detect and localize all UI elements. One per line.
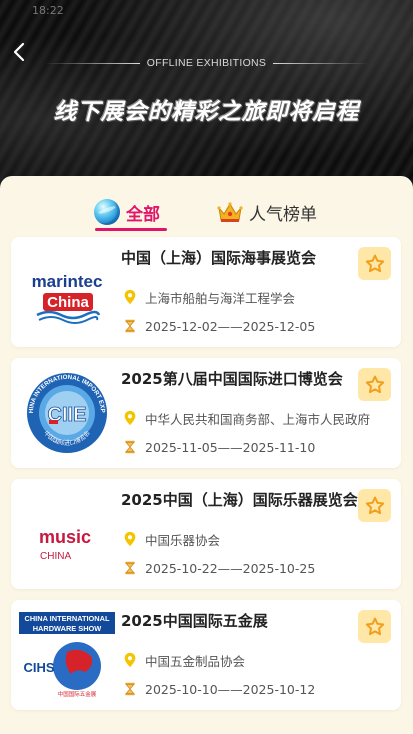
date-range-text: 2025-10-10——2025-10-12 — [145, 681, 316, 697]
header-subtitle-row: OFFLINE EXHIBITIONS — [0, 55, 413, 71]
exhibition-card[interactable]: CHINA INTERNATIONAL IMPORT EXPO 中国国际进口博览… — [11, 358, 401, 468]
organizer-row: 中国五金制品协会 — [121, 651, 245, 669]
header-subtitle: OFFLINE EXHIBITIONS — [146, 57, 267, 69]
exhibition-title: 2025第八届中国国际进口博览会 — [121, 370, 343, 388]
tab-bar: 全部 人气榜单 — [0, 194, 413, 234]
status-bar-time: 18:22 — [32, 4, 64, 17]
divider — [273, 62, 370, 64]
music-china-logo: music CHINA — [19, 491, 115, 577]
exhibition-card[interactable]: marintec China 中国（上海）国际海事展览会 上海市船舶与海洋工程学… — [11, 237, 401, 347]
exhibition-title: 中国（上海）国际海事展览会 — [121, 249, 317, 267]
logo-text: HARDWARE SHOW — [33, 624, 102, 633]
header-banner: 18:22 OFFLINE EXHIBITIONS 线下展会的精彩之旅即将启程 — [0, 0, 413, 200]
tab-all-label: 全部 — [126, 204, 160, 225]
cihs-logo: CHINA INTERNATIONAL HARDWARE SHOW CIHS 中… — [19, 612, 115, 698]
hourglass-icon — [121, 680, 139, 698]
exhibition-card[interactable]: CHINA INTERNATIONAL HARDWARE SHOW CIHS 中… — [11, 600, 401, 710]
star-icon — [365, 375, 384, 393]
logo-text: CHINA — [40, 551, 71, 562]
tab-all[interactable]: 全部 — [94, 194, 160, 230]
marintec-logo: marintec China — [19, 249, 115, 335]
ciie-logo: CHINA INTERNATIONAL IMPORT EXPO 中国国际进口博览… — [19, 370, 115, 456]
date-row: 2025-10-10——2025-10-12 — [121, 680, 315, 698]
organizer-text: 中国五金制品协会 — [145, 653, 246, 669]
hourglass-icon — [121, 559, 139, 577]
star-icon — [365, 617, 384, 635]
date-range-text: 2025-10-22——2025-10-25 — [145, 560, 316, 576]
favorite-button[interactable] — [358, 610, 391, 643]
active-tab-indicator — [95, 228, 167, 231]
favorite-button[interactable] — [358, 247, 391, 280]
logo-text: CHINA INTERNATIONAL — [25, 614, 110, 623]
logo-text: marintec — [32, 272, 103, 291]
divider — [43, 62, 140, 64]
organizer-text: 中国乐器协会 — [145, 532, 221, 548]
location-pin-icon — [121, 288, 139, 306]
date-row: 2025-11-05——2025-11-10 — [121, 438, 315, 456]
star-icon — [365, 254, 384, 272]
logo-text: 中国国际五金展 — [58, 690, 97, 698]
organizer-row: 中国乐器协会 — [121, 530, 220, 548]
date-row: 2025-10-22——2025-10-25 — [121, 559, 315, 577]
location-pin-icon — [121, 530, 139, 548]
tab-popularity-ranking[interactable]: 人气榜单 — [217, 194, 317, 230]
star-icon — [365, 496, 384, 514]
exhibition-title: 2025中国（上海）国际乐器展览会 — [121, 491, 358, 509]
organizer-row: 中华人民共和国商务部、上海市人民政府 — [121, 409, 370, 427]
location-pin-icon — [121, 409, 139, 427]
location-pin-icon — [121, 651, 139, 669]
exhibition-card[interactable]: music CHINA 2025中国（上海）国际乐器展览会 中国乐器协会 202… — [11, 479, 401, 589]
hourglass-icon — [121, 317, 139, 335]
exhibition-panel: 全部 人气榜单 marintec China 中国（上海）国际海事展览会 上海市… — [0, 176, 413, 734]
date-range-text: 2025-12-02——2025-12-05 — [145, 318, 316, 334]
hourglass-icon — [121, 438, 139, 456]
favorite-button[interactable] — [358, 368, 391, 401]
globe-icon — [94, 199, 120, 225]
organizer-text: 中华人民共和国商务部、上海市人民政府 — [145, 411, 371, 427]
organizer-row: 上海市船舶与海洋工程学会 — [121, 288, 295, 306]
crown-icon — [217, 200, 243, 224]
logo-text: music — [39, 527, 91, 547]
logo-text: CIHS — [23, 660, 54, 675]
header-title: 线下展会的精彩之旅即将启程 — [53, 99, 360, 125]
logo-text: China — [47, 294, 89, 311]
date-row: 2025-12-02——2025-12-05 — [121, 317, 315, 335]
tab-ranking-label: 人气榜单 — [249, 204, 317, 225]
date-range-text: 2025-11-05——2025-11-10 — [145, 439, 316, 455]
favorite-button[interactable] — [358, 489, 391, 522]
exhibition-title: 2025中国国际五金展 — [121, 612, 268, 630]
organizer-text: 上海市船舶与海洋工程学会 — [145, 290, 296, 306]
